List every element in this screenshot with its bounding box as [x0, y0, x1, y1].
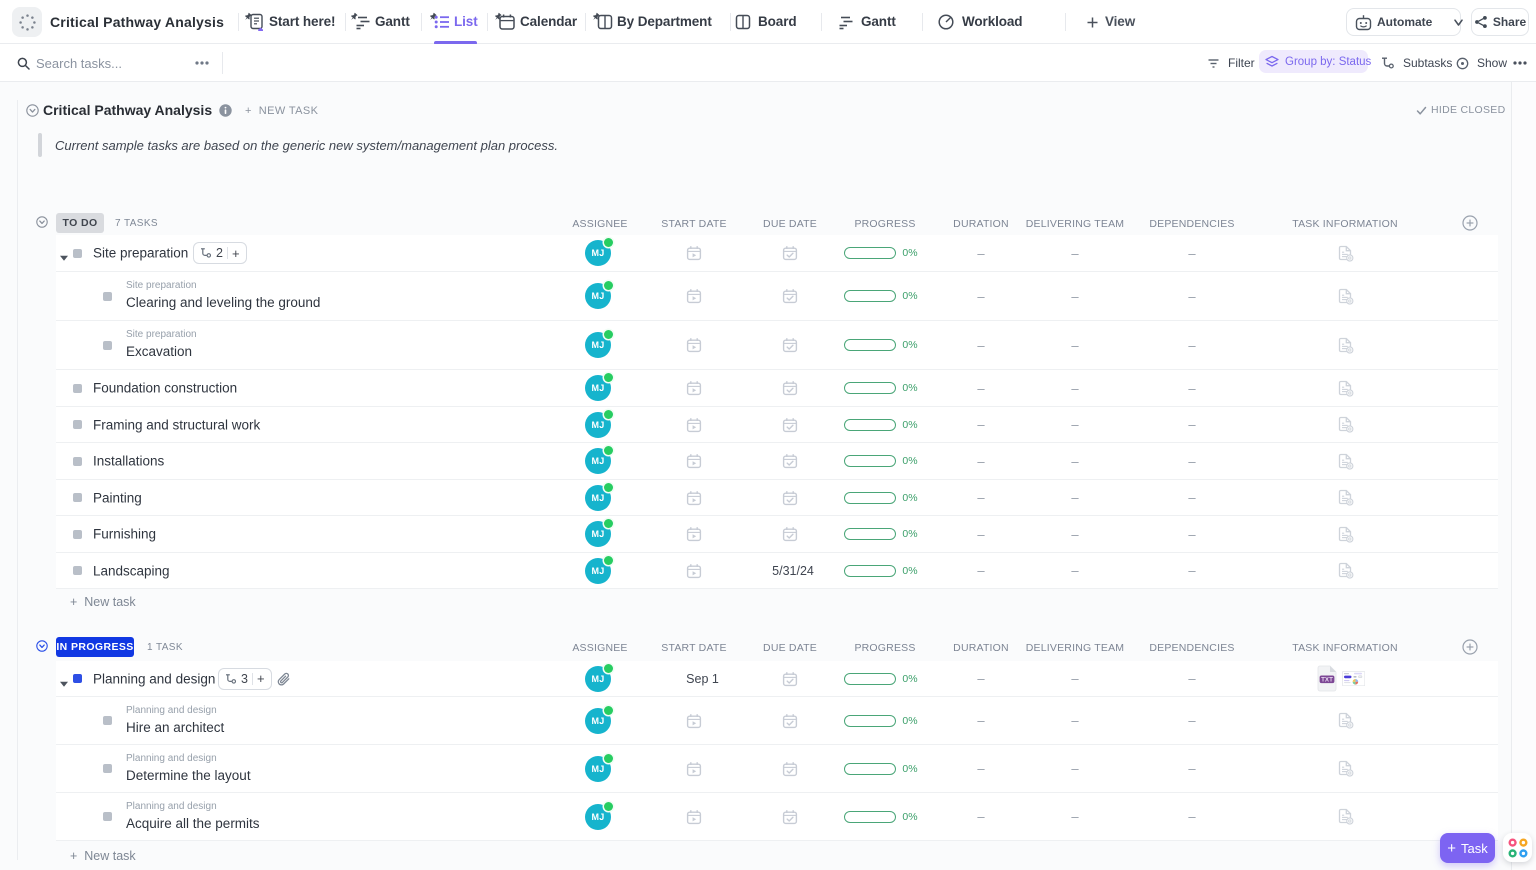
svg-text:TXT: TXT — [1321, 676, 1333, 683]
